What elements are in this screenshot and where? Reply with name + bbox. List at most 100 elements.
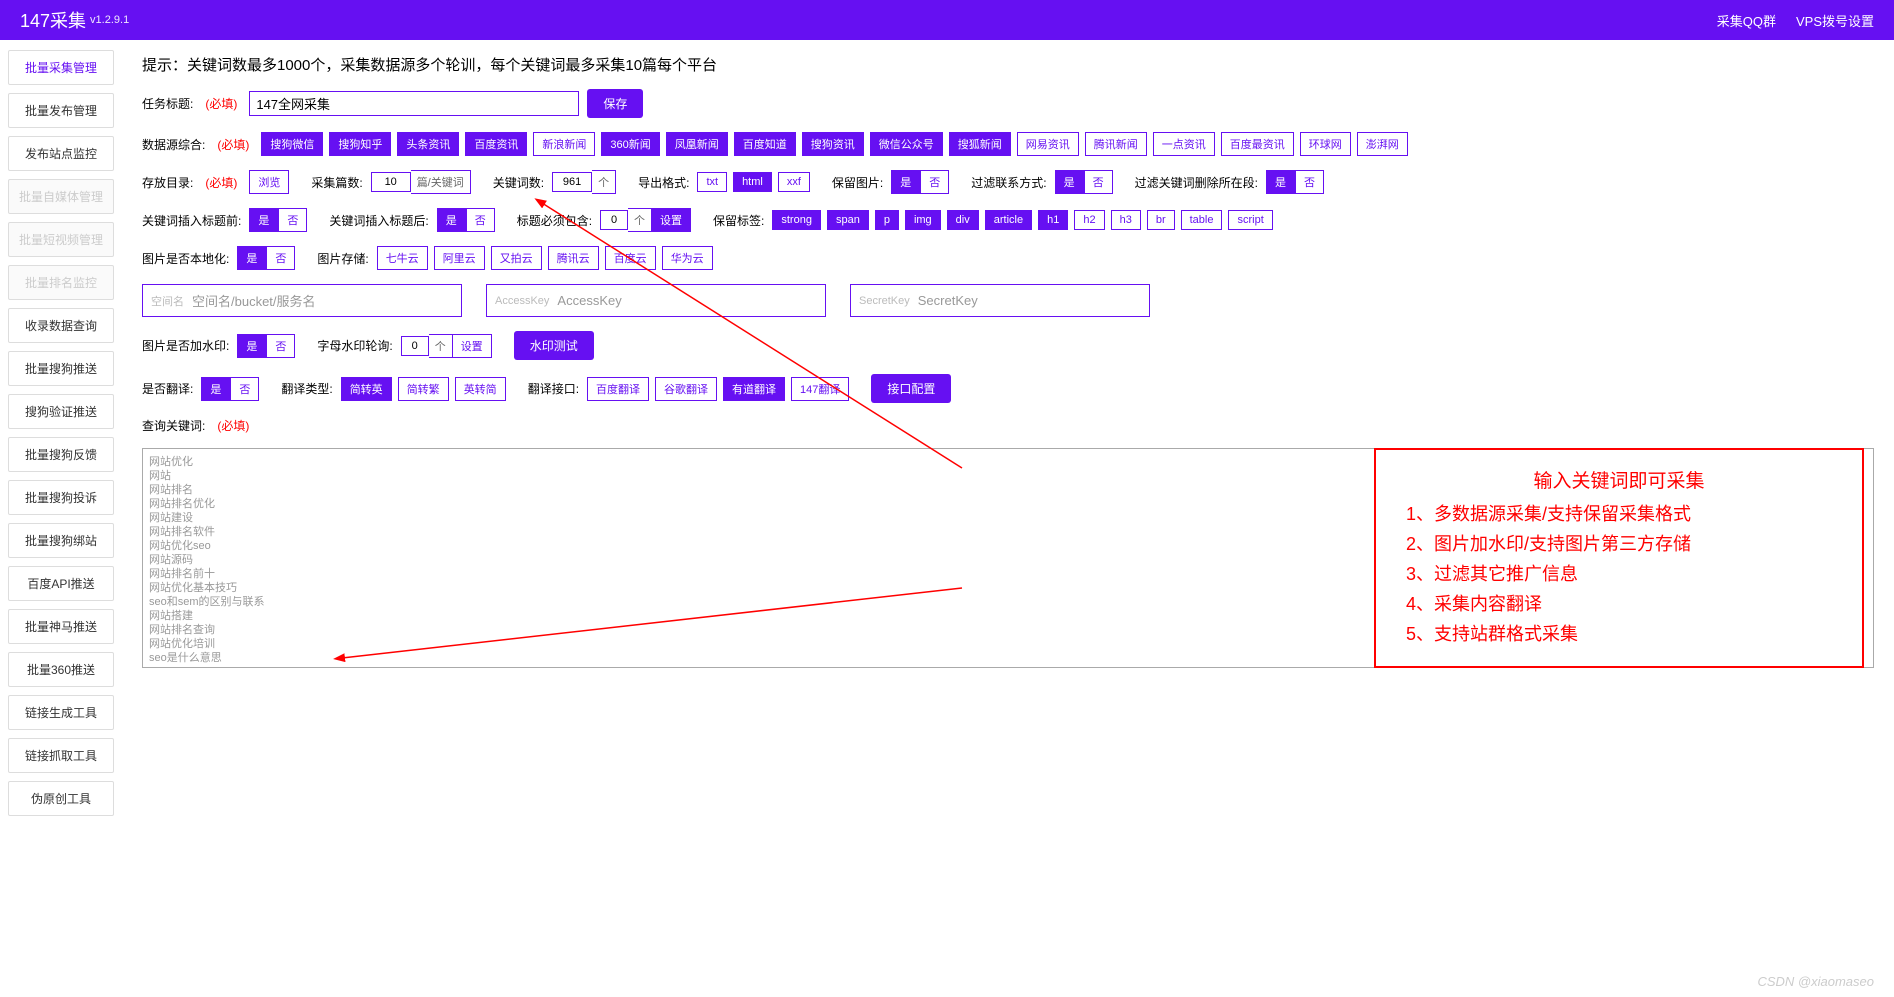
sidebar-item[interactable]: 百度API推送 (8, 566, 114, 601)
tag-option[interactable]: 搜狗微信 (261, 132, 323, 156)
link-qq-group[interactable]: 采集QQ群 (1717, 11, 1776, 30)
filter-kw-yes[interactable]: 是 (1266, 170, 1295, 194)
tag-option[interactable]: html (733, 172, 772, 192)
img-local-yes[interactable]: 是 (237, 246, 266, 270)
kw-after-yes[interactable]: 是 (437, 208, 466, 232)
must-contain-set[interactable]: 设置 (651, 208, 691, 232)
watermark-no[interactable]: 否 (266, 334, 295, 358)
page-hint: 提示：关键词数最多1000个，采集数据源多个轮训，每个关键词最多采集10篇每个平… (142, 54, 1874, 75)
tag-option[interactable]: h1 (1038, 210, 1068, 230)
secret-key-input[interactable]: SecretKey SecretKey (850, 284, 1150, 317)
translate-types: 简转英简转繁英转简 (341, 377, 506, 401)
tag-option[interactable]: 一点资讯 (1153, 132, 1215, 156)
translate-api-label: 翻译接口: (528, 380, 579, 397)
sidebar-item[interactable]: 伪原创工具 (8, 781, 114, 816)
sidebar-item[interactable]: 链接抓取工具 (8, 738, 114, 773)
tag-option[interactable]: h2 (1074, 210, 1104, 230)
tag-option[interactable]: xxf (778, 172, 810, 192)
sidebar-item[interactable]: 链接生成工具 (8, 695, 114, 730)
task-title-input[interactable] (249, 91, 579, 116)
tag-option[interactable]: br (1147, 210, 1175, 230)
sidebar-item[interactable]: 批量搜狗投诉 (8, 480, 114, 515)
tag-option[interactable]: 搜狗资讯 (802, 132, 864, 156)
tag-option[interactable]: 搜狐新闻 (949, 132, 1011, 156)
translate-no[interactable]: 否 (230, 377, 259, 401)
sidebar-item[interactable]: 发布站点监控 (8, 136, 114, 171)
tag-option[interactable]: 百度最资讯 (1221, 132, 1294, 156)
keep-img-yes[interactable]: 是 (891, 170, 920, 194)
tag-option[interactable]: 百度翻译 (587, 377, 649, 401)
watermark-yes[interactable]: 是 (237, 334, 266, 358)
browse-button[interactable]: 浏览 (249, 170, 289, 194)
sidebar-item[interactable]: 批量采集管理 (8, 50, 114, 85)
tag-option[interactable]: h3 (1111, 210, 1141, 230)
translate-yes[interactable]: 是 (201, 377, 230, 401)
api-config-button[interactable]: 接口配置 (871, 374, 951, 403)
access-key-input[interactable]: AccessKey AccessKey (486, 284, 826, 317)
sidebar-item[interactable]: 批量360推送 (8, 652, 114, 687)
sidebar-item[interactable]: 批量搜狗反馈 (8, 437, 114, 472)
keywords-textarea[interactable] (142, 448, 1874, 668)
save-button[interactable]: 保存 (587, 89, 643, 118)
tag-option[interactable]: span (827, 210, 869, 230)
kw-after-no[interactable]: 否 (466, 208, 495, 232)
tag-option[interactable]: 又拍云 (491, 246, 542, 270)
tag-option[interactable]: table (1181, 210, 1223, 230)
tag-option[interactable]: 七牛云 (377, 246, 428, 270)
tag-option[interactable]: 华为云 (662, 246, 713, 270)
tag-option[interactable]: 谷歌翻译 (655, 377, 717, 401)
sidebar-item[interactable]: 批量搜狗绑站 (8, 523, 114, 558)
tag-option[interactable]: 英转简 (455, 377, 506, 401)
tag-option[interactable]: 简转英 (341, 377, 392, 401)
link-vps-dial[interactable]: VPS拨号设置 (1796, 11, 1874, 30)
keep-tags-label: 保留标签: (713, 212, 764, 229)
tag-option[interactable]: p (875, 210, 899, 230)
sidebar-item[interactable]: 批量神马推送 (8, 609, 114, 644)
tag-option[interactable]: 环球网 (1300, 132, 1351, 156)
tag-option[interactable]: 搜狗知乎 (329, 132, 391, 156)
tag-option[interactable]: article (985, 210, 1032, 230)
tag-option[interactable]: img (905, 210, 941, 230)
tag-option[interactable]: script (1228, 210, 1272, 230)
tag-option[interactable]: 新浪新闻 (533, 132, 595, 156)
tag-option[interactable]: 360新闻 (601, 132, 659, 156)
filter-kw-no[interactable]: 否 (1295, 170, 1324, 194)
bucket-name-input[interactable]: 空间名 空间名/bucket/服务名 (142, 284, 462, 317)
sidebar-item[interactable]: 搜狗验证推送 (8, 394, 114, 429)
sidebar-item[interactable]: 收录数据查询 (8, 308, 114, 343)
count-input[interactable] (371, 172, 411, 192)
tag-option[interactable]: 147翻译 (791, 377, 849, 401)
access-key-label: AccessKey (495, 295, 549, 307)
wm-alpha-input[interactable] (401, 336, 429, 356)
tag-option[interactable]: 简转繁 (398, 377, 449, 401)
tag-option[interactable]: 头条资讯 (397, 132, 459, 156)
wm-alpha-set[interactable]: 设置 (452, 334, 492, 358)
kw-before-yes[interactable]: 是 (249, 208, 278, 232)
sidebar-item[interactable]: 批量搜狗推送 (8, 351, 114, 386)
sidebar-item[interactable]: 批量发布管理 (8, 93, 114, 128)
tag-option[interactable]: 微信公众号 (870, 132, 943, 156)
kw-before-no[interactable]: 否 (278, 208, 307, 232)
keep-img-no[interactable]: 否 (920, 170, 949, 194)
app-version: v1.2.9.1 (90, 14, 129, 26)
tag-option[interactable]: 有道翻译 (723, 377, 785, 401)
tag-option[interactable]: 澎湃网 (1357, 132, 1408, 156)
tag-option[interactable]: div (947, 210, 979, 230)
tag-option[interactable]: 网易资讯 (1017, 132, 1079, 156)
tag-option[interactable]: strong (772, 210, 821, 230)
tag-option[interactable]: 百度知道 (734, 132, 796, 156)
tag-option[interactable]: 百度资讯 (465, 132, 527, 156)
watermark-test-button[interactable]: 水印测试 (514, 331, 594, 360)
tag-option[interactable]: 腾讯云 (548, 246, 599, 270)
filter-contact-no[interactable]: 否 (1084, 170, 1113, 194)
required-marker: (必填) (205, 174, 237, 191)
must-contain-input[interactable] (600, 210, 628, 230)
img-local-no[interactable]: 否 (266, 246, 295, 270)
tag-option[interactable]: 腾讯新闻 (1085, 132, 1147, 156)
tag-option[interactable]: 凤凰新闻 (666, 132, 728, 156)
filter-contact-yes[interactable]: 是 (1055, 170, 1084, 194)
tag-option[interactable]: 阿里云 (434, 246, 485, 270)
tag-option[interactable]: 百度云 (605, 246, 656, 270)
kw-count-input[interactable] (552, 172, 592, 192)
tag-option[interactable]: txt (697, 172, 727, 192)
